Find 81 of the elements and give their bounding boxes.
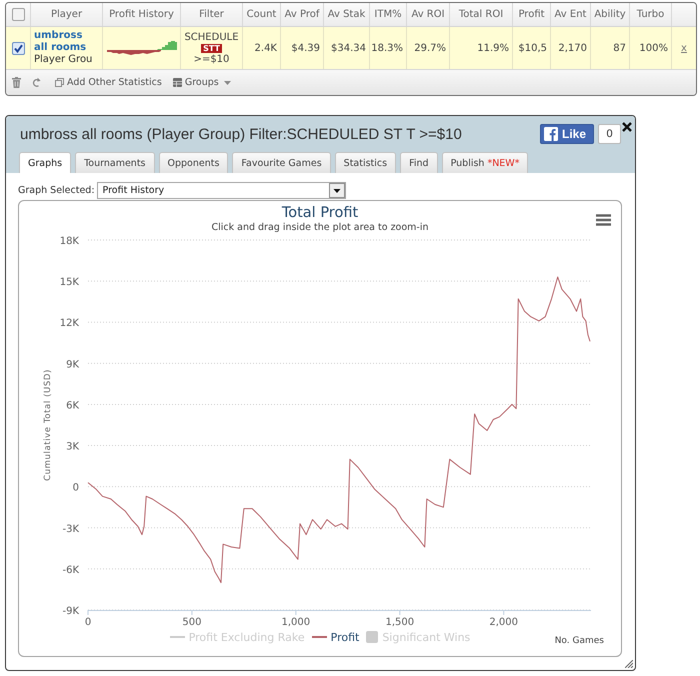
column-header[interactable]: Count (243, 3, 281, 26)
column-header[interactable]: Ability (591, 3, 630, 26)
table-cell: 18.3% (370, 27, 407, 69)
dropdown-caret-icon (328, 183, 345, 198)
player-type: Player Grou (34, 54, 92, 66)
chart-subtitle: Click and drag inside the plot area to zoom-in (211, 222, 429, 234)
table-cell: 2.4K (243, 27, 281, 69)
tab[interactable]: Graphs (19, 152, 72, 173)
new-label: *NEW* (487, 158, 520, 168)
x-axis-title: No. Games (554, 636, 605, 646)
field-label: Graph Selected: (18, 185, 95, 196)
table-cell: 100% (630, 27, 672, 69)
column-header[interactable]: Av Stak (324, 3, 370, 26)
table-cell: 2,170 (551, 27, 591, 69)
tab[interactable]: Find (400, 152, 438, 173)
legend-square-icon (366, 631, 378, 643)
table-cell: $34.34 (324, 27, 370, 69)
menu-icon[interactable] (596, 214, 611, 226)
column-header[interactable]: Total ROI (450, 3, 513, 26)
tab[interactable]: Tournaments (75, 152, 154, 173)
legend-line-icon (170, 636, 185, 638)
column-header[interactable]: Profit History (103, 3, 181, 26)
table-cell: 29.7% (407, 27, 450, 69)
graph-select[interactable]: Profit History (96, 182, 346, 199)
y-tick-label: 9K (66, 359, 79, 370)
like-count: 0 (598, 124, 621, 144)
x-tick-label: 0 (84, 617, 92, 628)
column-header[interactable]: Av ROI (407, 3, 450, 26)
column-header[interactable]: Profit (513, 3, 551, 26)
trash-icon[interactable] (12, 77, 21, 88)
resize-grip-icon[interactable] (625, 660, 633, 668)
y-tick-label: 12K (60, 318, 79, 330)
y-tick-label: 6K (66, 400, 79, 412)
filter-text: SCHEDULE (184, 32, 239, 42)
x-tick-label: 2,000 (489, 617, 518, 628)
like-button[interactable]: Like (540, 124, 594, 144)
player-link[interactable]: umbross all rooms (34, 30, 90, 54)
y-tick-label: 18K (60, 236, 79, 247)
legend-label: Profit (330, 630, 360, 644)
table-cell: 87 (591, 27, 630, 69)
y-tick-label: 15K (60, 277, 79, 288)
caret-icon (224, 80, 231, 84)
tab[interactable]: Opponents (158, 152, 228, 173)
window-icon (55, 78, 64, 87)
close-icon[interactable] (622, 122, 632, 132)
refresh-icon[interactable] (32, 77, 41, 88)
select-all-checkbox[interactable] (12, 8, 24, 21)
row-checkbox[interactable] (12, 42, 24, 54)
filter-badge: STT (201, 44, 222, 52)
table-cell: 11.9% (450, 27, 513, 69)
chart-title: Total Profit (282, 204, 358, 222)
column-header[interactable]: Av Ent (551, 3, 591, 26)
grid-icon (172, 78, 182, 87)
table-row[interactable]: umbross all rooms Player Grou SCHEDULE STT >=$10 2.4K $4.39 $34.34 18.3% 29.7% 11.9% $10,5 2,170 87 100% x (6, 27, 696, 70)
toolbar-button[interactable]: Groups (172, 77, 231, 88)
tab[interactable]: Favourite Games (232, 152, 331, 173)
remove-link[interactable]: x (681, 42, 687, 54)
y-tick-label: -3K (62, 524, 79, 535)
filter-condition: >=$10 (194, 54, 230, 64)
toolbar-button[interactable]: Add Other Statistics (55, 77, 162, 88)
column-header[interactable]: Player (31, 3, 103, 26)
dialog-title: umbross all rooms (Player Group) Filter:SCHEDULED ST T >=$10 (20, 126, 462, 142)
tab[interactable]: Publish *NEW* (442, 152, 528, 173)
tab[interactable]: Statistics (334, 152, 396, 173)
x-tick-label: 1,500 (385, 617, 414, 628)
x-tick-label: 1,000 (282, 617, 310, 628)
column-header[interactable]: Filter (181, 3, 243, 26)
table-cell: $10,5 (513, 27, 551, 69)
f-logo-icon (544, 127, 558, 141)
profit-sparkline (106, 39, 176, 57)
legend-item[interactable]: Profit (312, 630, 360, 644)
y-tick-label: -6K (62, 564, 79, 576)
x-tick-label: 500 (182, 617, 202, 628)
y-axis-title: Cumulative Total (USD) (43, 369, 53, 481)
column-header[interactable]: Turbo (630, 3, 672, 26)
y-tick-label: -9K (62, 606, 79, 617)
y-tick-label: 0 (72, 482, 79, 494)
column-header[interactable]: Av Prof (281, 3, 324, 26)
y-tick-label: 3K (66, 442, 79, 453)
column-header[interactable]: ITM% (370, 3, 407, 26)
table-cell: $4.39 (281, 27, 324, 69)
